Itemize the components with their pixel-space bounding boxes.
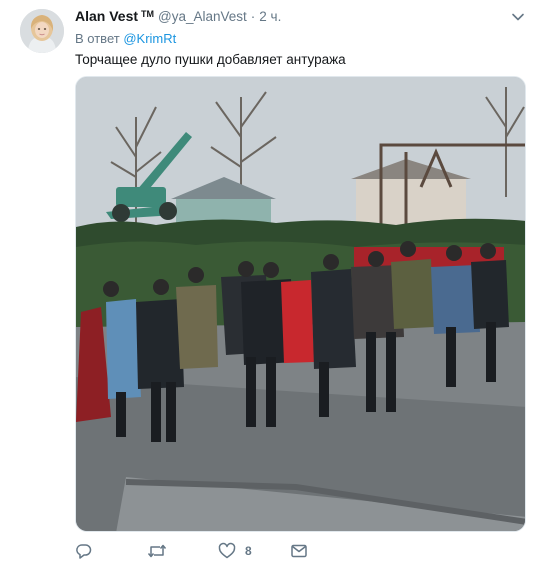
direct-message-button[interactable] bbox=[290, 541, 308, 561]
tweet-header: Alan Vest TM @ya_AlanVest · 2 ч. bbox=[75, 8, 281, 26]
retweet-icon bbox=[147, 544, 167, 558]
reply-icon bbox=[76, 544, 92, 559]
trademark-badge: TM bbox=[141, 9, 155, 19]
author-avatar[interactable] bbox=[20, 9, 64, 53]
reply-context: В ответ @KrimRt bbox=[75, 31, 176, 46]
tweet-photo[interactable] bbox=[75, 76, 526, 532]
reply-mention-link[interactable]: @KrimRt bbox=[123, 31, 176, 46]
heart-icon bbox=[218, 542, 236, 559]
like-count: 8 bbox=[245, 544, 252, 558]
tweet-timestamp[interactable]: 2 ч. bbox=[259, 9, 281, 24]
separator-dot: · bbox=[250, 9, 256, 24]
tweet-text: Торчащее дуло пушки добавляет антуража bbox=[75, 52, 346, 67]
envelope-icon bbox=[291, 544, 307, 558]
author-display-name[interactable]: Alan Vest bbox=[75, 8, 138, 24]
like-button[interactable]: 8 bbox=[218, 541, 252, 561]
reply-prefix: В ответ bbox=[75, 31, 120, 46]
retweet-button[interactable] bbox=[147, 541, 167, 561]
more-options-chevron-down-icon[interactable] bbox=[511, 10, 525, 24]
author-handle[interactable]: @ya_AlanVest bbox=[158, 9, 247, 24]
reply-button[interactable] bbox=[75, 541, 93, 561]
tweet[interactable]: Alan Vest TM @ya_AlanVest · 2 ч. В ответ… bbox=[0, 0, 548, 561]
tweet-actions: 8 bbox=[75, 541, 455, 561]
